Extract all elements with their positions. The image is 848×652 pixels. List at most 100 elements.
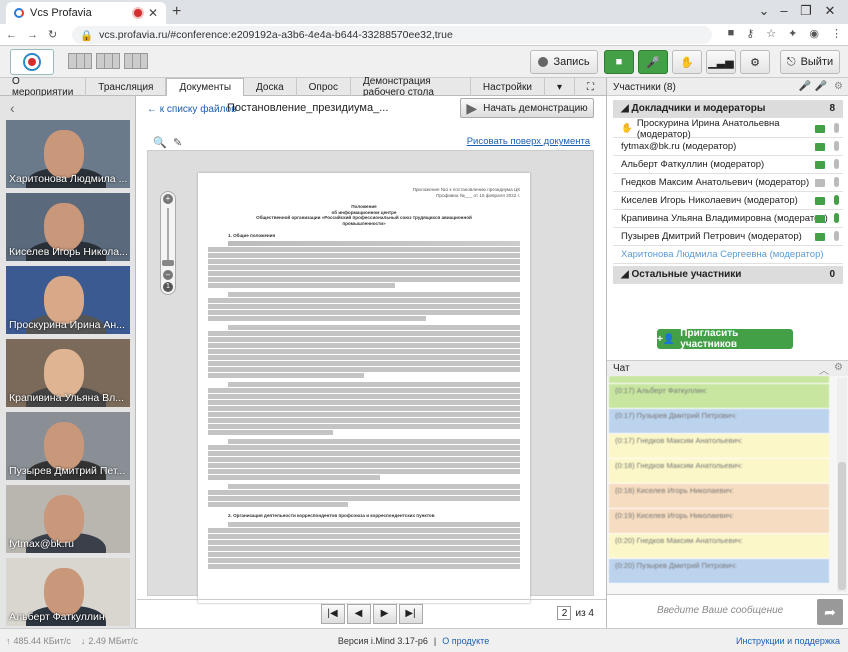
- key-icon[interactable]: ⚷: [746, 27, 754, 40]
- page-number-input[interactable]: 2: [557, 606, 572, 620]
- video-tile[interactable]: Проскурина Ирина Ан...: [6, 266, 130, 334]
- chat-messages: (0:17) Альберт Фаткуллин: (0:17) Пузырев…: [607, 376, 848, 594]
- zoom-search-icon[interactable]: 🔍: [153, 136, 167, 149]
- camera-on-icon[interactable]: [815, 197, 825, 205]
- back-to-files-link[interactable]: ← к списку файлов: [147, 104, 236, 115]
- zoom-out-icon[interactable]: –: [163, 270, 173, 280]
- mic-muted-icon[interactable]: [834, 177, 839, 187]
- participant-row[interactable]: Пузырев Дмитрий Петрович (модератор): [613, 228, 843, 246]
- zoom-slider[interactable]: + – 1: [160, 191, 176, 295]
- chat-input[interactable]: Введите Ваше сообщение: [657, 605, 783, 616]
- camera-on-icon[interactable]: [815, 125, 825, 133]
- mic-muted-icon[interactable]: [834, 123, 839, 133]
- participants-settings-icon[interactable]: ⚙: [834, 81, 843, 92]
- chat-message: (0:17) Пузырев Дмитрий Петрович:: [609, 409, 829, 434]
- last-page-button[interactable]: ▶|: [398, 603, 423, 624]
- tabs-dropdown-icon[interactable]: ▾: [545, 78, 575, 96]
- record-button[interactable]: Запись: [530, 50, 598, 74]
- participant-row[interactable]: Гнедков Максим Анатольевич (модератор): [613, 174, 843, 192]
- chevron-down-icon[interactable]: ⌄: [754, 3, 774, 19]
- mic-muted-icon[interactable]: [834, 141, 839, 151]
- raise-hand-button[interactable]: ✋: [672, 50, 702, 74]
- settings-button[interactable]: ⚙: [740, 50, 770, 74]
- star-icon[interactable]: ☆: [766, 27, 776, 40]
- tab-poll[interactable]: Опрос: [297, 78, 351, 96]
- camera-toggle-button[interactable]: ■: [604, 50, 634, 74]
- collapse-arrow-icon[interactable]: ‹: [10, 100, 15, 116]
- minimize-button[interactable]: –: [774, 3, 794, 18]
- mute-all-mic-icon[interactable]: 🎤: [799, 81, 811, 92]
- reload-icon[interactable]: ↻: [48, 28, 57, 41]
- expand-icon[interactable]: ⛶: [575, 78, 606, 96]
- tab-board[interactable]: Доска: [244, 78, 297, 96]
- send-button[interactable]: ➦: [817, 599, 843, 625]
- tab-about[interactable]: О мероприятии: [0, 76, 87, 98]
- hand-icon: ✋: [680, 56, 694, 69]
- draw-over-document-link[interactable]: Рисовать поверх документа: [467, 136, 590, 147]
- participant-row[interactable]: Киселев Игорь Николаевич (модератор): [613, 192, 843, 210]
- mic-off-icon[interactable]: 🎤: [815, 81, 827, 92]
- prev-page-button[interactable]: ◀: [346, 603, 371, 624]
- mic-on-icon[interactable]: [834, 213, 839, 223]
- chat-settings-icon[interactable]: ⚙: [834, 362, 843, 373]
- forward-arrow-icon[interactable]: →: [27, 29, 38, 41]
- back-arrow-icon[interactable]: ←: [6, 29, 17, 41]
- pen-tool-icon[interactable]: ✎: [173, 136, 182, 149]
- profile-icon[interactable]: ◉: [809, 27, 819, 40]
- invite-participants-button[interactable]: +👤 Пригласить участников: [657, 328, 793, 350]
- video-tile[interactable]: Харитонова Людмила ...: [6, 120, 130, 188]
- next-page-button[interactable]: ▶: [372, 603, 397, 624]
- exit-icon: ⎋: [786, 55, 796, 68]
- group-others[interactable]: ◢ Остальные участники 0: [613, 266, 843, 284]
- microphone-toggle-button[interactable]: 🎤: [638, 50, 668, 74]
- help-link[interactable]: Инструкции и поддержка: [736, 636, 840, 646]
- close-window-button[interactable]: ✕: [820, 3, 840, 19]
- mic-muted-icon[interactable]: [834, 159, 839, 169]
- camera-permission-icon[interactable]: ■: [728, 27, 735, 40]
- about-link[interactable]: О продукте: [442, 636, 489, 646]
- camera-off-icon[interactable]: [815, 179, 825, 187]
- video-tile[interactable]: Крапивина Ульяна Вл...: [6, 339, 130, 407]
- zoom-reset-icon[interactable]: 1: [163, 282, 173, 292]
- participant-row[interactable]: Альберт Фаткуллин (модератор): [613, 156, 843, 174]
- menu-icon[interactable]: ⋮: [831, 27, 842, 40]
- tab-documents[interactable]: Документы: [166, 78, 245, 96]
- first-page-button[interactable]: |◀: [320, 603, 345, 624]
- start-demo-button[interactable]: ▶ Начать демонстрацию: [460, 98, 594, 118]
- exit-button[interactable]: ⎋ Выйти: [780, 50, 840, 74]
- camera-on-icon[interactable]: [815, 143, 825, 151]
- layout-grid-1-icon[interactable]: [68, 53, 92, 69]
- chat-collapse-icon[interactable]: ︿: [819, 362, 829, 377]
- tab-broadcast[interactable]: Трансляция: [86, 78, 167, 96]
- zoom-handle[interactable]: [162, 260, 174, 266]
- extensions-icon[interactable]: ✦: [788, 27, 797, 40]
- restore-button[interactable]: ❐: [796, 3, 816, 19]
- close-tab-icon[interactable]: ✕: [148, 6, 158, 20]
- mic-muted-icon[interactable]: [834, 231, 839, 241]
- url-field[interactable]: 🔒 vcs.profavia.ru/#conference:e209192a-a…: [72, 26, 712, 44]
- signal-quality-button[interactable]: ▁▃▅: [706, 50, 736, 74]
- video-tile[interactable]: Пузырев Дмитрий Пет...: [6, 412, 130, 480]
- camera-on-icon[interactable]: [815, 161, 825, 169]
- camera-on-icon[interactable]: [815, 215, 825, 223]
- document-viewer[interactable]: + – 1 Приложение №1 к постановлению през…: [147, 150, 594, 603]
- tab-screen-share[interactable]: Демонстрация рабочего стола: [351, 76, 471, 98]
- participant-row[interactable]: Харитонова Людмила Сергеевна (модератор): [613, 246, 843, 264]
- browser-tabstrip: Vcs Profavia ✕ + ⌄ – ❐ ✕: [0, 0, 848, 24]
- tab-settings[interactable]: Настройки: [471, 78, 545, 96]
- group-speakers[interactable]: ◢ Докладчики и модераторы 8: [613, 100, 843, 118]
- participant-row[interactable]: ✋ Проскурина Ирина Анатольевна (модерато…: [613, 118, 843, 140]
- browser-tab[interactable]: Vcs Profavia ✕: [6, 2, 166, 24]
- new-tab-button[interactable]: +: [172, 3, 181, 21]
- layout-grid-3-icon[interactable]: [124, 53, 148, 69]
- video-tile[interactable]: Альберт Фаткуллин: [6, 558, 130, 626]
- video-tile[interactable]: fytmax@bk.ru: [6, 485, 130, 553]
- camera-on-icon[interactable]: [815, 233, 825, 241]
- chat-scrollbar[interactable]: [837, 378, 847, 592]
- zoom-in-icon[interactable]: +: [163, 194, 173, 204]
- layout-grid-2-icon[interactable]: [96, 53, 120, 69]
- mic-on-icon[interactable]: [834, 195, 839, 205]
- participant-row[interactable]: fytmax@bk.ru (модератор): [613, 138, 843, 156]
- participant-row[interactable]: Крапивина Ульяна Владимировна (модератор…: [613, 210, 843, 228]
- video-tile[interactable]: Киселев Игорь Никола...: [6, 193, 130, 261]
